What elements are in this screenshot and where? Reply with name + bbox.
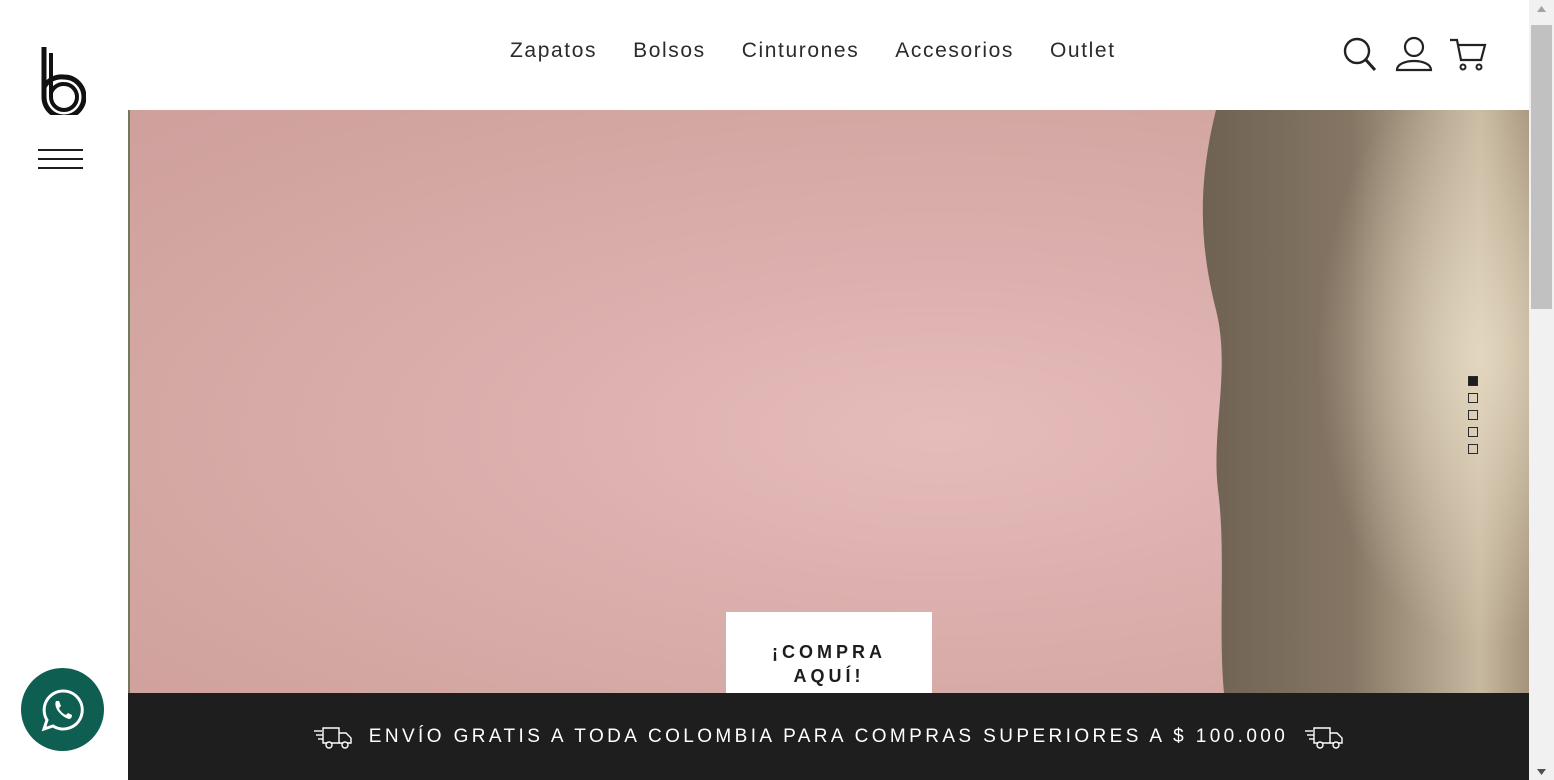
whatsapp-icon	[41, 688, 84, 731]
nav-item-zapatos[interactable]: Zapatos	[510, 36, 597, 66]
cart-icon[interactable]	[1448, 36, 1488, 72]
slide-dot[interactable]	[1468, 376, 1478, 386]
nav-item-accesorios[interactable]: Accesorios	[895, 36, 1014, 66]
hamburger-line	[38, 149, 83, 151]
user-icon[interactable]	[1394, 36, 1434, 72]
slide-dot[interactable]	[1468, 444, 1478, 454]
hamburger-line	[38, 167, 83, 169]
hero-banner: ¡COMPRA AQUÍ!	[128, 110, 1529, 693]
main-nav: Zapatos Bolsos Cinturones Accesorios Out…	[510, 36, 1152, 66]
slide-indicators	[1468, 376, 1480, 461]
scroll-up-arrow-icon[interactable]	[1529, 0, 1554, 17]
scrollbar[interactable]	[1529, 0, 1554, 780]
slide-dot[interactable]	[1468, 427, 1478, 437]
slide-dot[interactable]	[1468, 393, 1478, 403]
hamburger-line	[38, 158, 83, 160]
shop-now-label: ¡COMPRA AQUÍ!	[772, 642, 886, 686]
delivery-truck-icon	[313, 726, 352, 749]
page: Zapatos Bolsos Cinturones Accesorios Out…	[0, 0, 1554, 780]
slide-dot[interactable]	[1468, 410, 1478, 420]
delivery-truck-icon	[1305, 726, 1343, 749]
header-actions	[1340, 36, 1502, 72]
scroll-thumb[interactable]	[1531, 25, 1552, 309]
whatsapp-button[interactable]	[21, 668, 104, 751]
b-logo-icon[interactable]	[38, 45, 86, 115]
scroll-down-arrow-icon[interactable]	[1529, 763, 1554, 780]
shop-now-button[interactable]: ¡COMPRA AQUÍ!	[726, 612, 932, 693]
hero-edge	[128, 110, 130, 693]
hamburger-menu-icon[interactable]	[38, 149, 84, 173]
shipping-text: ENVÍO GRATIS A TODA COLOMBIA PARA COMPRA…	[368, 725, 1289, 747]
free-shipping-banner: ENVÍO GRATIS A TODA COLOMBIA PARA COMPRA…	[128, 693, 1529, 780]
nav-item-cinturones[interactable]: Cinturones	[742, 36, 860, 66]
nav-item-bolsos[interactable]: Bolsos	[633, 36, 706, 66]
nav-item-outlet[interactable]: Outlet	[1050, 36, 1116, 66]
search-icon[interactable]	[1340, 36, 1380, 72]
